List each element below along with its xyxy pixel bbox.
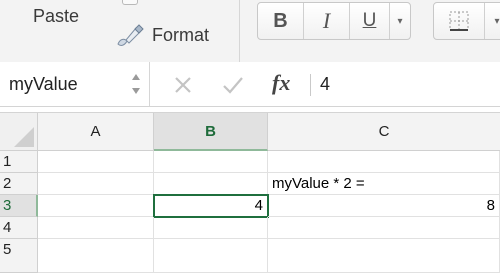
bold-button[interactable]: B <box>258 3 304 39</box>
paste-button[interactable]: Paste <box>33 6 79 27</box>
formula-input[interactable]: 4 <box>320 74 330 95</box>
name-box-value: myValue <box>9 74 78 94</box>
cell-a1[interactable] <box>38 151 154 173</box>
font-style-group: B I U ▾ <box>257 2 411 40</box>
borders-group: ▾ <box>433 2 500 40</box>
ribbon-toolbar: Paste Format B I U ▾ ▾ <box>0 0 500 63</box>
cell-c5[interactable] <box>268 239 500 273</box>
cell-a2[interactable] <box>38 173 154 195</box>
insert-function-icon[interactable]: fx <box>272 70 290 96</box>
cell-b4[interactable] <box>154 217 268 239</box>
cancel-icon[interactable] <box>174 76 192 94</box>
cell-a3[interactable] <box>38 195 154 217</box>
underline-button[interactable]: U <box>350 3 390 39</box>
row-header-3[interactable]: 3 <box>0 195 38 217</box>
cell-c1[interactable] <box>268 151 500 173</box>
borders-icon <box>449 11 469 31</box>
row-header-2[interactable]: 2 <box>0 173 38 195</box>
formula-bar: myValue fx 4 <box>0 62 500 107</box>
cell-a5[interactable] <box>38 239 154 273</box>
cell-b2[interactable] <box>154 173 268 195</box>
column-header-c[interactable]: C <box>268 113 500 151</box>
spreadsheet-grid: A B C 1 2 myValue * 2 = 3 4 8 4 5 <box>0 112 500 273</box>
underline-dropdown-icon[interactable]: ▾ <box>390 3 410 39</box>
cell-a4[interactable] <box>38 217 154 239</box>
row-header-5[interactable]: 5 <box>0 239 38 273</box>
name-box[interactable]: myValue <box>0 62 150 106</box>
format-painter-label: Format <box>152 24 210 45</box>
cell-b1[interactable] <box>154 151 268 173</box>
select-all-triangle-icon <box>14 127 34 147</box>
column-header-b[interactable]: B <box>154 113 268 151</box>
row-header-1[interactable]: 1 <box>0 151 38 173</box>
formula-divider <box>310 74 311 96</box>
borders-dropdown-icon[interactable]: ▾ <box>485 3 500 39</box>
cell-b5[interactable] <box>154 239 268 273</box>
cell-c2[interactable]: myValue * 2 = <box>268 173 500 195</box>
column-header-a[interactable]: A <box>38 113 154 151</box>
paste-dropdown-stub[interactable] <box>122 0 138 5</box>
name-box-stepper-icon[interactable] <box>130 70 142 98</box>
cell-b3[interactable]: 4 <box>153 194 269 218</box>
borders-button[interactable] <box>434 3 485 39</box>
select-all-button[interactable] <box>0 113 38 151</box>
row-header-4[interactable]: 4 <box>0 217 38 239</box>
cell-c4[interactable] <box>268 217 500 239</box>
format-painter-button[interactable]: Format <box>116 22 209 48</box>
enter-checkmark-icon[interactable] <box>222 75 244 95</box>
cell-c3[interactable]: 8 <box>268 195 500 217</box>
format-painter-brush-icon <box>117 24 144 46</box>
ribbon-divider <box>239 0 240 62</box>
italic-button[interactable]: I <box>304 3 350 39</box>
